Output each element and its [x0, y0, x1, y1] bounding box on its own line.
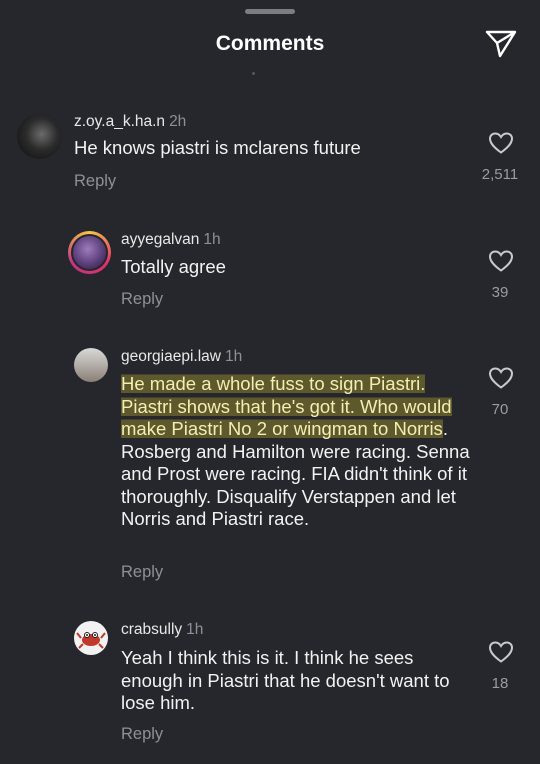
username[interactable]: crabsully	[121, 621, 182, 638]
timestamp: 1h	[203, 231, 221, 248]
reply-button[interactable]: Reply	[74, 172, 116, 191]
heart-icon[interactable]	[488, 131, 514, 155]
comment-text: Yeah I think this is it. I think he sees…	[121, 647, 450, 713]
like-count: 39	[491, 284, 509, 301]
timestamp: 1h	[186, 621, 204, 638]
avatar[interactable]	[68, 231, 111, 274]
drag-handle[interactable]	[245, 9, 295, 14]
comment-text: He knows piastri is mclarens future	[74, 137, 361, 158]
page-title: Comments	[215, 32, 325, 55]
reply-button[interactable]: Reply	[121, 563, 163, 582]
username[interactable]: ayyegalvan	[121, 231, 199, 248]
reply-button[interactable]: Reply	[121, 725, 163, 744]
comment-text: He made a whole fuss to sign Piastri. Pi…	[121, 373, 471, 531]
timestamp: 2h	[169, 113, 187, 130]
like-count: 2,511	[481, 166, 519, 183]
avatar[interactable]	[74, 621, 108, 655]
like-count: 70	[491, 401, 509, 418]
like-count: 18	[491, 675, 509, 692]
avatar[interactable]	[17, 114, 62, 159]
username[interactable]: z.oy.a_k.ha.n	[74, 113, 165, 130]
heart-icon[interactable]	[488, 640, 514, 664]
highlighted-text: He made a whole fuss to sign Piastri. Pi…	[121, 373, 452, 439]
send-icon[interactable]	[484, 28, 518, 58]
crab-avatar-icon	[76, 632, 106, 649]
username[interactable]: georgiaepi.law	[121, 348, 221, 365]
comment-header: georgiaepi.law 1h	[121, 348, 242, 366]
comment-header: crabsully 1h	[121, 621, 203, 639]
comment-text: Totally agree	[121, 256, 226, 277]
heart-icon[interactable]	[488, 249, 514, 273]
comment-header: z.oy.a_k.ha.n 2h	[74, 113, 186, 131]
avatar[interactable]	[74, 348, 108, 382]
divider-dot	[252, 72, 255, 75]
timestamp: 1h	[224, 348, 243, 365]
heart-icon[interactable]	[488, 366, 514, 390]
comment-header: ayyegalvan 1h	[121, 231, 221, 249]
reply-button[interactable]: Reply	[121, 290, 163, 309]
